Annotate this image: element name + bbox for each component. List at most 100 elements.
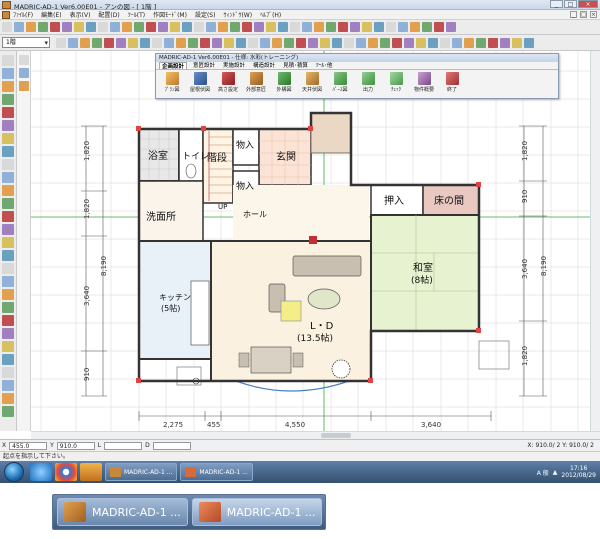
draw-tool-button-27[interactable] xyxy=(368,37,378,48)
menu-edit[interactable]: 編集(E) xyxy=(41,10,61,19)
left-tool-button-9[interactable] xyxy=(2,159,14,170)
left-tool-button-23[interactable] xyxy=(2,341,14,352)
left-tool-button-28[interactable] xyxy=(2,406,14,417)
draw-tool-button-22[interactable] xyxy=(308,37,318,48)
ime-indicator[interactable]: A 般 xyxy=(537,468,549,477)
draw-tool-button-28[interactable] xyxy=(380,37,390,48)
left-tool-button-14[interactable] xyxy=(2,224,14,235)
draw-tool-button-36[interactable] xyxy=(476,37,486,48)
draw-tool-button-1[interactable] xyxy=(56,37,66,48)
left-tool-button-19[interactable] xyxy=(2,289,14,300)
draw-tool-button-29[interactable] xyxy=(392,37,402,48)
drawing-canvas[interactable]: 1,820 1,820 8,190 3,640 910 1,820 910 3,… xyxy=(31,51,600,431)
toolbar-button-38[interactable] xyxy=(446,22,456,32)
left-tool-secondary-button-2[interactable] xyxy=(18,68,29,78)
draw-tool-button-37[interactable] xyxy=(488,37,498,48)
draw-tool-button-20[interactable] xyxy=(284,37,294,48)
draw-tool-button-39[interactable] xyxy=(512,37,522,48)
doc-close-button[interactable]: × xyxy=(590,11,597,18)
palette-exit-button[interactable]: 終了 xyxy=(439,72,465,93)
toolbar-button-34[interactable] xyxy=(398,22,408,32)
tab-structure[interactable]: 構造設計 xyxy=(251,62,277,69)
palette-plan-button[interactable]: ﾌﾟﾗﾝ図 xyxy=(159,72,185,93)
toolbar-button-5[interactable] xyxy=(50,22,60,32)
draw-tool-button-4[interactable] xyxy=(92,37,102,48)
toolbar-button-23[interactable] xyxy=(266,22,276,32)
ie-icon[interactable] xyxy=(30,463,52,481)
left-tool-button-6[interactable] xyxy=(2,120,14,131)
draw-tool-button-30[interactable] xyxy=(404,37,414,48)
toolbar-button-25[interactable] xyxy=(290,22,300,32)
maximize-button[interactable]: □ xyxy=(564,0,577,8)
left-tool-button-1[interactable] xyxy=(2,55,14,66)
left-tool-button-25[interactable] xyxy=(2,367,14,378)
toolbar-button-18[interactable] xyxy=(206,22,216,32)
toolbar-button-9[interactable] xyxy=(98,22,108,32)
network-icon[interactable]: ▲ xyxy=(553,469,558,476)
draw-tool-button-32[interactable] xyxy=(428,37,438,48)
toolbar-button-10[interactable] xyxy=(110,22,120,32)
draw-tool-button-11[interactable] xyxy=(176,37,186,48)
toolbar-button-24[interactable] xyxy=(278,22,288,32)
draw-tool-button-34[interactable] xyxy=(452,37,462,48)
draw-tool-button-26[interactable] xyxy=(356,37,366,48)
l-input[interactable] xyxy=(104,441,143,450)
big-task-2[interactable]: MADRIC-AD-1 ... xyxy=(191,498,323,526)
tab-tools[interactable]: ﾂｰﾙ･他 xyxy=(314,62,335,69)
toolbar-button-20[interactable] xyxy=(230,22,240,32)
palette-ceiling-button[interactable]: 天井伏図 xyxy=(299,72,325,93)
palette-height-button[interactable]: 高さ設定 xyxy=(215,72,241,93)
draw-tool-button-16[interactable] xyxy=(236,37,246,48)
close-button[interactable]: × xyxy=(578,0,598,8)
toolbar-button-3[interactable] xyxy=(26,22,36,32)
draw-tool-button-9[interactable] xyxy=(152,37,162,48)
draw-tool-button-7[interactable] xyxy=(128,37,138,48)
draw-tool-button-15[interactable] xyxy=(224,37,234,48)
palette-landscape-button[interactable]: 外構図 xyxy=(271,72,297,93)
toolbar-button-8[interactable] xyxy=(86,22,96,32)
taskbar-task-2[interactable]: MADRIC-AD-1 ... xyxy=(180,463,253,481)
draw-tool-button-10[interactable] xyxy=(164,37,174,48)
menu-tools[interactable]: ﾂｰﾙ(T) xyxy=(128,10,145,19)
left-tool-button-24[interactable] xyxy=(2,354,14,365)
toolbar-button-12[interactable] xyxy=(134,22,144,32)
menu-help[interactable]: ﾍﾙﾌﾟ(H) xyxy=(260,10,281,19)
y-input[interactable]: 910.0 xyxy=(56,441,95,450)
palette-check-button[interactable]: ﾁｪｯｸ xyxy=(383,72,409,93)
toolbar-button-7[interactable] xyxy=(74,22,84,32)
menu-settings[interactable]: 設定(S) xyxy=(195,10,216,19)
left-tool-button-8[interactable] xyxy=(2,146,14,157)
draw-tool-button-18[interactable] xyxy=(260,37,270,48)
left-tool-button-26[interactable] xyxy=(2,380,14,391)
menu-place[interactable]: 配置(D) xyxy=(98,10,119,19)
draw-tool-button-2[interactable] xyxy=(68,37,78,48)
toolbar-button-21[interactable] xyxy=(242,22,252,32)
x-input[interactable]: 455.0 xyxy=(9,441,48,450)
palette-roof-button[interactable]: 屋根伏図 xyxy=(187,72,213,93)
left-tool-button-15[interactable] xyxy=(2,237,14,248)
start-button[interactable] xyxy=(4,462,24,482)
toolbar-button-2[interactable] xyxy=(14,22,24,32)
doc-icon[interactable] xyxy=(2,10,10,19)
toolbar-button-37[interactable] xyxy=(434,22,444,32)
toolbar-button-31[interactable] xyxy=(362,22,372,32)
toolbar-button-33[interactable] xyxy=(386,22,396,32)
draw-tool-button-12[interactable] xyxy=(188,37,198,48)
toolbar-button-22[interactable] xyxy=(254,22,264,32)
left-tool-button-12[interactable] xyxy=(2,198,14,209)
draw-tool-button-25[interactable] xyxy=(344,37,354,48)
menu-window[interactable]: ｳｨﾝﾄﾞｳ(W) xyxy=(223,10,252,19)
draw-tool-button-40[interactable] xyxy=(524,37,534,48)
menu-draw-mode[interactable]: 作図ﾓｰﾄﾞ(M) xyxy=(153,10,187,19)
draw-tool-button-21[interactable] xyxy=(296,37,306,48)
draw-tool-button-35[interactable] xyxy=(464,37,474,48)
left-tool-button-3[interactable] xyxy=(2,81,14,92)
minimize-button[interactable]: _ xyxy=(550,0,563,8)
toolbar-button-28[interactable] xyxy=(326,22,336,32)
left-tool-button-4[interactable] xyxy=(2,94,14,105)
draw-tool-button-3[interactable] xyxy=(80,37,90,48)
toolbar-button-26[interactable] xyxy=(302,22,312,32)
palette-perspective-button[interactable]: ﾊﾟｰｽ図 xyxy=(327,72,353,93)
toolbar-button-13[interactable] xyxy=(146,22,156,32)
toolbar-button-17[interactable] xyxy=(194,22,204,32)
